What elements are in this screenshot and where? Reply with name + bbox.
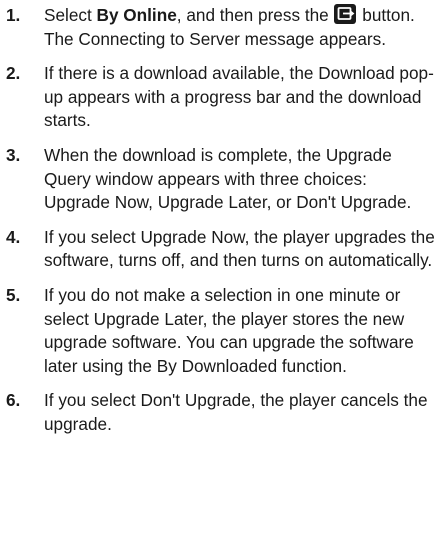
step-text: If you select Don't Upgrade, the player … (44, 390, 428, 434)
step-1: 1. Select By Online, and then press the … (0, 4, 446, 51)
step-5: 5. If you do not make a selection in one… (0, 284, 446, 378)
step-text: If you do not make a selection in one mi… (44, 284, 414, 376)
step-text: If there is a download available, the Do… (44, 63, 434, 131)
step-6: 6. If you select Don't Upgrade, the play… (0, 389, 446, 436)
step-number: 3. (6, 144, 21, 165)
step-text: When the download is complete, the Upgra… (44, 144, 412, 213)
step-text: If you select Upgrade Now, the player up… (44, 226, 435, 271)
document-page: 1. Select By Online, and then press the … (0, 0, 446, 548)
step-number: 5. (6, 284, 21, 305)
step-text: Select By Online, and then press the but… (44, 4, 415, 49)
step-4: 4. If you select Upgrade Now, the player… (0, 226, 446, 273)
step-number: 4. (6, 226, 21, 247)
step-number: 2. (6, 63, 21, 84)
by-online-label: By Online (96, 5, 177, 25)
step-3: 3. When the download is complete, the Up… (0, 144, 446, 215)
step-number: 6. (6, 390, 21, 411)
step-number: 1. (6, 5, 21, 25)
instruction-list: 1. Select By Online, and then press the … (0, 4, 446, 437)
step-2: 2. If there is a download available, the… (0, 62, 446, 133)
step-text-part: , and then press the (176, 5, 334, 25)
enter-button-icon (334, 4, 357, 24)
step-text-part: Select (44, 5, 97, 25)
